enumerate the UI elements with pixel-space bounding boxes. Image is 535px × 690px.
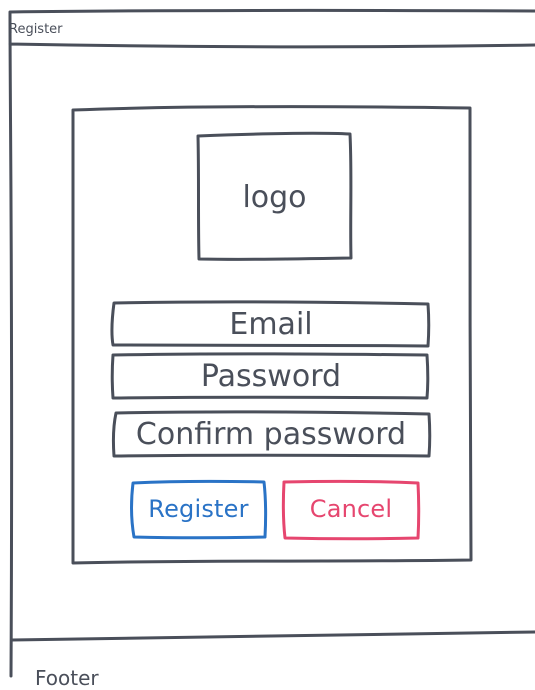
logo-label: logo — [242, 180, 307, 215]
register-button-label: Register — [148, 495, 249, 523]
cancel-button[interactable]: Cancel — [282, 481, 420, 537]
password-label: Password — [200, 358, 342, 394]
confirm-password-field[interactable]: Confirm password — [112, 412, 430, 456]
footer-label: Footer — [35, 666, 99, 690]
password-field[interactable]: Password — [112, 354, 430, 398]
email-field[interactable]: Email — [112, 302, 430, 346]
register-button[interactable]: Register — [131, 481, 266, 537]
email-label: Email — [229, 306, 313, 342]
window-title: Register — [9, 22, 63, 37]
cancel-button-label: Cancel — [309, 495, 393, 523]
logo-placeholder: logo — [198, 135, 351, 260]
confirm-password-label: Confirm password — [135, 416, 407, 452]
